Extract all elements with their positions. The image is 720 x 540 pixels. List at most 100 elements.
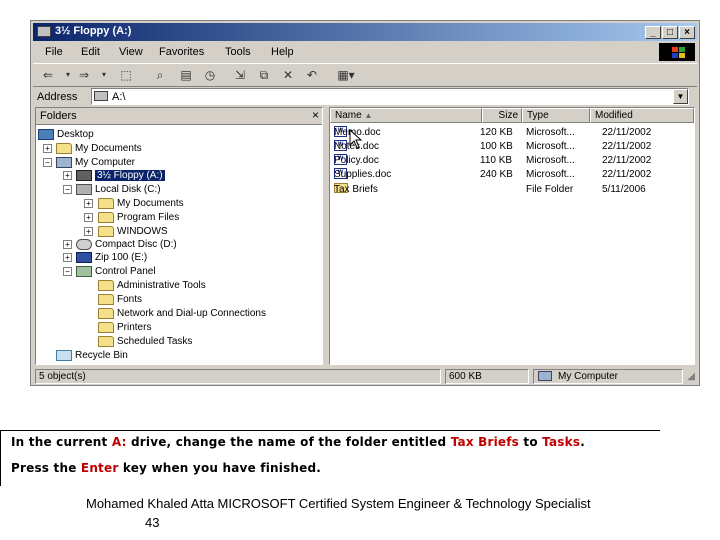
tree-item-printers[interactable]: Printers <box>98 321 151 334</box>
tree-item-windows[interactable]: WINDOWS <box>98 225 168 238</box>
page-number: 43 <box>145 515 160 530</box>
tree-item-floppy[interactable]: 3½ Floppy (A:) <box>76 169 166 182</box>
tree-item-compact-disc[interactable]: Compact Disc (D:) <box>76 238 177 251</box>
window-title: 3½ Floppy (A:) <box>55 25 132 37</box>
address-dropdown-icon[interactable]: ▼ <box>673 89 688 104</box>
control-panel-icon <box>76 265 92 277</box>
menu-favorites[interactable]: Favorites <box>159 46 204 58</box>
file-list-header: Name ▲ Size Type Modified <box>330 108 694 123</box>
tree-item-admin-tools[interactable]: Administrative Tools <box>98 279 206 292</box>
status-object-count: 5 object(s) <box>35 369 441 384</box>
status-location: My Computer <box>533 369 683 384</box>
move-to-icon[interactable]: ⇲ <box>231 67 249 83</box>
close-button[interactable]: × <box>679 26 695 39</box>
tree-item-scheduled-tasks[interactable]: Scheduled Tasks <box>98 335 192 348</box>
expand-icon[interactable]: + <box>84 227 93 236</box>
file-row-tax-briefs[interactable]: Tax Briefs File Folder 5/11/2006 <box>330 183 694 197</box>
collapse-icon[interactable]: − <box>63 185 72 194</box>
collapse-icon[interactable]: − <box>43 158 52 167</box>
address-input[interactable]: A:\ ▼ <box>91 88 689 105</box>
expand-icon[interactable]: + <box>63 171 72 180</box>
delete-icon[interactable]: ✕ <box>279 67 297 83</box>
column-name[interactable]: Name ▲ <box>330 108 482 123</box>
tree-item-program-files[interactable]: Program Files <box>98 211 179 224</box>
desktop-icon <box>38 128 54 140</box>
sort-ascending-icon: ▲ <box>364 111 373 120</box>
folder-icon <box>98 321 114 333</box>
files-pane: Name ▲ Size Type Modified W Memo.doc 120 … <box>329 107 695 365</box>
folder-icon <box>56 142 72 154</box>
file-row[interactable]: WNotes.doc 100 KB Microsoft... 22/11/200… <box>330 140 694 154</box>
folders-header: Folders × <box>36 108 322 125</box>
mouse-pointer-icon <box>349 129 363 149</box>
tree-item-c-my-documents[interactable]: My Documents <box>98 197 184 210</box>
close-folders-icon[interactable]: × <box>312 108 319 122</box>
menu-edit[interactable]: Edit <box>81 46 100 58</box>
tree-item-control-panel[interactable]: Control Panel <box>76 265 156 278</box>
copy-to-icon[interactable]: ⧉ <box>255 67 273 83</box>
maximize-button[interactable]: □ <box>662 26 678 39</box>
tree-item-my-computer[interactable]: My Computer <box>56 156 135 169</box>
forward-dropdown-icon[interactable]: ▾ <box>95 67 113 83</box>
folders-icon[interactable]: ▤ <box>177 67 195 83</box>
resize-grip-icon[interactable]: ◢ <box>687 371 695 382</box>
history-icon[interactable]: ◷ <box>201 67 219 83</box>
folders-pane: Folders × Desktop + My Documents − My Co… <box>35 107 323 365</box>
zip-icon <box>76 251 92 263</box>
toolbar: ⇐ ▾ ⇒ ▾ ⬚ ⌕ ▤ ◷ ⇲ ⧉ ✕ ↶ ▦▾ <box>33 63 697 87</box>
folder-icon <box>98 279 114 291</box>
folder-icon <box>98 197 114 209</box>
title-bar[interactable]: 3½ Floppy (A:) _ □ × <box>33 23 697 41</box>
menu-view[interactable]: View <box>119 46 143 58</box>
tree-item-recycle-bin[interactable]: Recycle Bin <box>56 349 128 362</box>
menu-help[interactable]: Help <box>271 46 294 58</box>
instruction-line-2: Press the Enter key when you have finish… <box>11 461 322 475</box>
status-bar: 5 object(s) 600 KB My Computer ◢ <box>33 369 697 385</box>
tree-item-network[interactable]: Network and Dial-up Connections <box>98 307 266 320</box>
windows-logo-icon <box>659 43 695 61</box>
menu-file[interactable]: File <box>45 46 63 58</box>
folder-icon <box>98 225 114 237</box>
expand-icon[interactable]: + <box>84 199 93 208</box>
expand-icon[interactable]: + <box>63 253 72 262</box>
tree-item-fonts[interactable]: Fonts <box>98 293 142 306</box>
search-icon[interactable]: ⌕ <box>151 67 169 83</box>
address-label: Address <box>37 91 78 103</box>
views-icon[interactable]: ▦▾ <box>337 67 355 83</box>
tree-item-desktop[interactable]: Desktop <box>38 128 94 141</box>
footer-credit: Mohamed Khaled Atta MICROSOFT Certified … <box>86 496 591 511</box>
file-row[interactable]: W Memo.doc 120 KB Microsoft... 22/11/2002 <box>330 126 694 140</box>
file-row[interactable]: W Supplies.doc 240 KB Microsoft... 22/11/… <box>330 168 694 182</box>
instruction-line-1: In the current A: drive, change the name… <box>11 435 585 449</box>
tree-item-local-disk[interactable]: Local Disk (C:) <box>76 183 161 196</box>
column-size[interactable]: Size <box>482 108 522 123</box>
collapse-icon[interactable]: − <box>63 267 72 276</box>
address-value: A:\ <box>112 91 126 103</box>
address-bar: Address A:\ ▼ <box>33 87 697 107</box>
explorer-window: 3½ Floppy (A:) _ □ × File Edit View Favo… <box>30 20 700 386</box>
column-modified[interactable]: Modified <box>590 108 694 123</box>
up-folder-icon[interactable]: ⬚ <box>117 67 135 83</box>
menu-tools[interactable]: Tools <box>225 46 251 58</box>
tree-item-zip[interactable]: Zip 100 (E:) <box>76 251 147 264</box>
column-type[interactable]: Type <box>522 108 590 123</box>
cd-icon <box>76 238 92 250</box>
expand-icon[interactable]: + <box>43 144 52 153</box>
forward-icon[interactable]: ⇒ <box>75 67 93 83</box>
menu-bar: File Edit View Favorites Tools Help <box>33 43 697 61</box>
back-icon[interactable]: ⇐ <box>39 67 57 83</box>
folder-icon <box>98 211 114 223</box>
expand-icon[interactable]: + <box>84 213 93 222</box>
folder-icon <box>98 335 114 347</box>
instruction-box: In the current A: drive, change the name… <box>0 430 660 486</box>
folder-icon <box>98 307 114 319</box>
undo-icon[interactable]: ↶ <box>303 67 321 83</box>
status-size: 600 KB <box>445 369 529 384</box>
folder-icon <box>98 293 114 305</box>
tree-item-my-documents[interactable]: My Documents <box>56 142 142 155</box>
recycle-bin-icon <box>56 349 72 361</box>
expand-icon[interactable]: + <box>63 240 72 249</box>
file-row[interactable]: W Policy.doc 110 KB Microsoft... 22/11/20… <box>330 154 694 168</box>
disk-icon <box>76 183 92 195</box>
minimize-button[interactable]: _ <box>645 26 661 39</box>
